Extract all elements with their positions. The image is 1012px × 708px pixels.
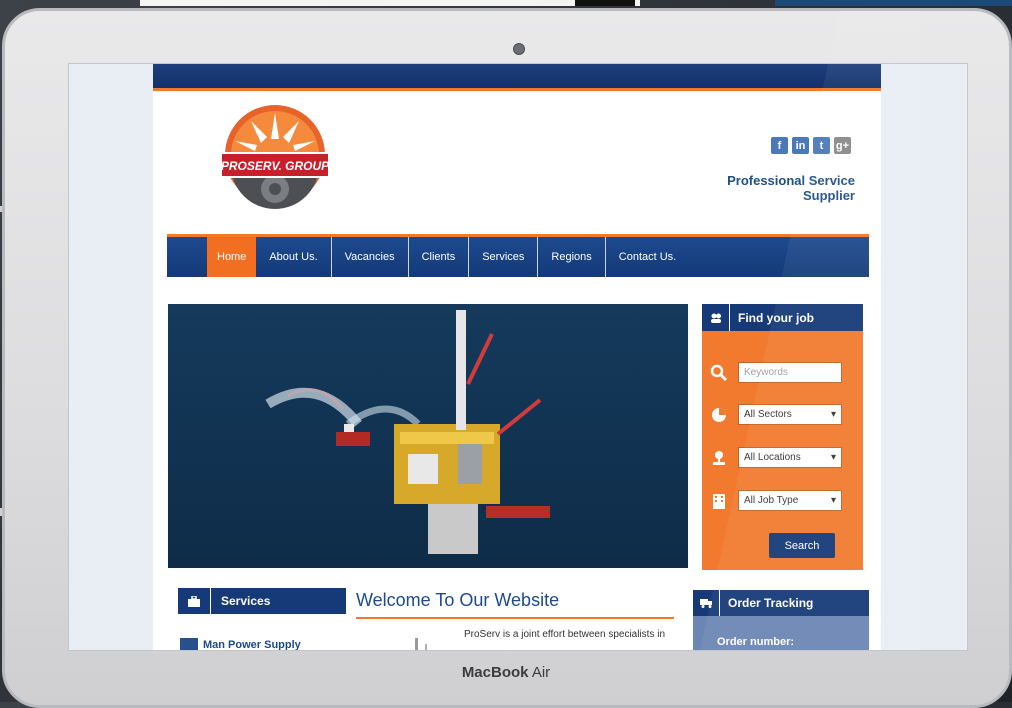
brand-light: Air (531, 664, 551, 681)
nav-services[interactable]: Services (469, 237, 539, 277)
hero-image-oil-rig (168, 304, 688, 568)
nav-vacancies[interactable]: Vacancies (332, 237, 409, 277)
webcam (513, 43, 525, 55)
intro-thumbnail (415, 638, 427, 650)
nav-home[interactable]: Home (207, 237, 257, 277)
welcome-intro-text: ProServ is a joint effort between specia… (464, 629, 666, 640)
svg-text:PROSERV. GROUP: PROSERV. GROUP (221, 159, 329, 173)
services-title: Services (221, 594, 271, 608)
brand-bold: MacBook (461, 664, 529, 681)
background-chip-blue (775, 0, 1012, 6)
welcome-heading: Welcome To Our Website (356, 590, 674, 619)
background-chip-dark (575, 0, 635, 6)
nav-contact[interactable]: Contact Us. (606, 237, 689, 277)
service-item-label: Man Power Supply (203, 639, 301, 651)
proserv-logo[interactable]: PROSERV. GROUP (221, 99, 329, 223)
background-chip-white (140, 0, 640, 6)
service-item-manpower[interactable]: Man Power Supply (180, 638, 301, 651)
nav-regions[interactable]: Regions (538, 237, 606, 277)
briefcase-icon (178, 588, 211, 614)
laptop-brand-label: MacBook Air (0, 664, 1012, 681)
manpower-icon (180, 638, 198, 650)
nav-clients[interactable]: Clients (409, 237, 470, 277)
nav-about[interactable]: About Us. (256, 237, 332, 277)
services-header: Services (178, 588, 346, 614)
screen-glare (700, 10, 920, 650)
